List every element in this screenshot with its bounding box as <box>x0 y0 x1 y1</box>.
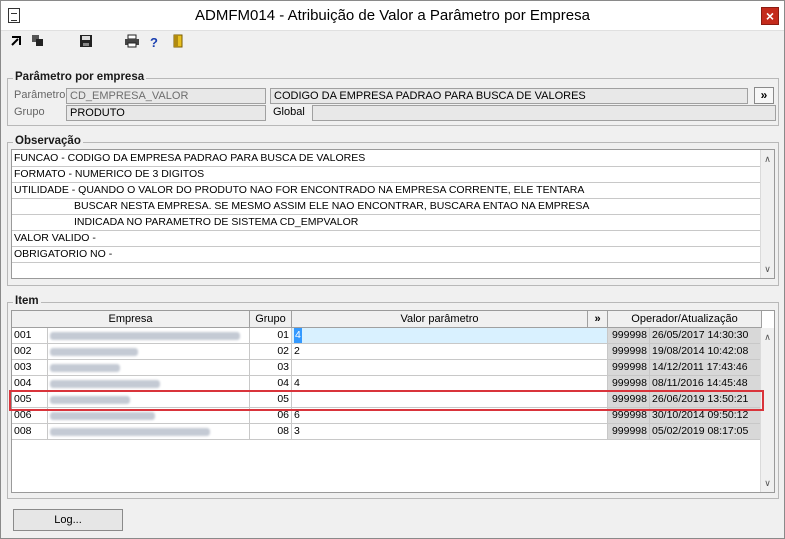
scroll-up-icon[interactable]: ∧ <box>761 152 774 166</box>
cell-grupo: 08 <box>250 424 292 440</box>
print-icon[interactable] <box>123 34 141 52</box>
observacao-line: BUSCAR NESTA EMPRESA. SE MESMO ASSIM ELE… <box>12 199 762 215</box>
cell-operador: 999998 <box>608 360 650 376</box>
table-row[interactable]: 001 01 4 999998 26/05/2017 14:30:30 <box>12 328 762 344</box>
observacao-textarea[interactable]: FUNCAO - CODIGO DA EMPRESA PADRAO PARA B… <box>11 149 775 279</box>
exit-door-icon[interactable] <box>169 34 187 52</box>
header-empresa[interactable]: Empresa <box>12 311 250 328</box>
copy-icon[interactable] <box>29 34 47 52</box>
cell-grupo: 03 <box>250 360 292 376</box>
table-row[interactable]: 002 02 2 999998 19/08/2014 10:42:08 <box>12 344 762 360</box>
arrow-in-icon[interactable] <box>7 34 25 52</box>
row-highlight-annotation <box>9 390 764 411</box>
cell-valor[interactable]: 2 <box>292 344 608 360</box>
cell-operador: 999998 <box>608 328 650 344</box>
header-more-button[interactable]: » <box>588 311 608 328</box>
cell-empresa-name <box>48 424 250 440</box>
header-grupo[interactable]: Grupo <box>250 311 292 328</box>
item-legend: Item <box>13 295 41 307</box>
cell-valor[interactable]: 3 <box>292 424 608 440</box>
cell-atualizacao: 19/08/2014 10:42:08 <box>650 344 762 360</box>
cell-valor[interactable]: 4 <box>292 328 608 344</box>
cell-empresa-name <box>48 360 250 376</box>
scroll-down-icon[interactable]: ∨ <box>761 262 774 276</box>
table-row[interactable]: 008 08 3 999998 05/02/2019 08:17:05 <box>12 424 762 440</box>
title-bar: ADMFM014 - Atribuição de Valor a Parâmet… <box>1 1 784 31</box>
grupo-field[interactable]: PRODUTO <box>66 105 266 121</box>
parametro-label: Parâmetro <box>14 89 66 101</box>
cell-grupo: 02 <box>250 344 292 360</box>
parametro-description-field[interactable]: CODIGO DA EMPRESA PADRAO PARA BUSCA DE V… <box>270 88 748 104</box>
observacao-legend: Observação <box>13 135 83 147</box>
observacao-line: FUNCAO - CODIGO DA EMPRESA PADRAO PARA B… <box>12 151 762 167</box>
cell-empresa-name <box>48 328 250 344</box>
cell-empresa-code: 008 <box>12 424 48 440</box>
global-field[interactable] <box>312 105 776 121</box>
parametro-code-field[interactable]: CD_EMPRESA_VALOR <box>66 88 266 104</box>
parametro-more-button[interactable]: » <box>754 87 774 104</box>
observacao-line: UTILIDADE - QUANDO O VALOR DO PRODUTO NA… <box>12 183 762 199</box>
cell-empresa-code: 002 <box>12 344 48 360</box>
cell-empresa-name <box>48 344 250 360</box>
header-operador[interactable]: Operador/Atualização <box>608 311 762 328</box>
cell-atualizacao: 26/05/2017 14:30:30 <box>650 328 762 344</box>
cell-operador: 999998 <box>608 344 650 360</box>
close-button[interactable]: × <box>761 7 779 25</box>
scroll-up-icon[interactable]: ∧ <box>761 330 774 344</box>
grupo-label: Grupo <box>14 106 45 118</box>
parametro-legend: Parâmetro por empresa <box>13 71 147 83</box>
table-row[interactable]: 003 03 999998 14/12/2011 17:43:46 <box>12 360 762 376</box>
scroll-down-icon[interactable]: ∨ <box>761 476 774 490</box>
save-icon[interactable] <box>77 34 95 52</box>
cell-empresa-code: 001 <box>12 328 48 344</box>
observacao-line: FORMATO - NUMERICO DE 3 DIGITOS <box>12 167 762 183</box>
global-label: Global <box>273 106 305 118</box>
cell-atualizacao: 05/02/2019 08:17:05 <box>650 424 762 440</box>
main-window: ADMFM014 - Atribuição de Valor a Parâmet… <box>0 0 785 539</box>
cell-atualizacao: 14/12/2011 17:43:46 <box>650 360 762 376</box>
observacao-line: OBRIGATORIO NO - <box>12 247 762 263</box>
log-button[interactable]: Log... <box>13 509 123 531</box>
cell-grupo: 01 <box>250 328 292 344</box>
cell-empresa-code: 003 <box>12 360 48 376</box>
observacao-scrollbar[interactable]: ∧ ∨ <box>760 150 774 278</box>
toolbar: ? <box>7 34 407 54</box>
cell-valor[interactable] <box>292 360 608 376</box>
header-valor[interactable]: Valor parâmetro <box>292 311 588 328</box>
help-icon[interactable]: ? <box>145 34 163 52</box>
cell-operador: 999998 <box>608 424 650 440</box>
observacao-line: VALOR VALIDO - <box>12 231 762 247</box>
window-title: ADMFM014 - Atribuição de Valor a Parâmet… <box>195 7 590 24</box>
observacao-line: INDICADA NO PARAMETRO DE SISTEMA CD_EMPV… <box>12 215 762 231</box>
